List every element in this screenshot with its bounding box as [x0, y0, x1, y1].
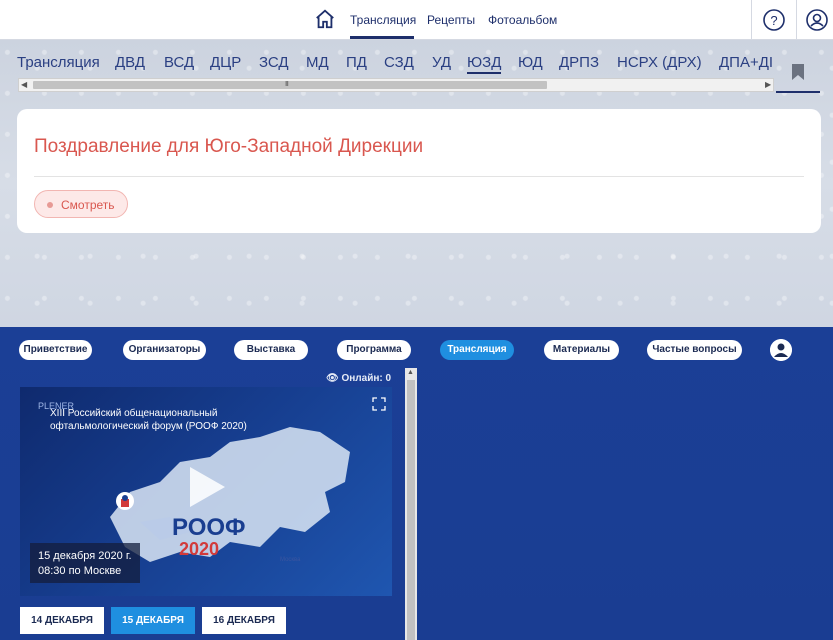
card-divider [34, 176, 804, 177]
nav-divider [796, 0, 797, 40]
roof-year-text: 2020 [179, 539, 220, 559]
tab-vsd[interactable]: ВСД [164, 54, 194, 71]
menu-exhibition[interactable]: Выставка [234, 340, 308, 360]
tab-dvd[interactable]: ДВД [115, 54, 145, 71]
map-city-label: Москва [280, 557, 301, 563]
tab-dpa[interactable]: ДПА+ДІ [719, 54, 773, 71]
tab-nsrh[interactable]: НСРХ (ДРХ) [617, 54, 702, 71]
broadcast-date: 15 декабря 2020 г. [38, 550, 132, 562]
broadcast-time: 08:30 по Москве [38, 565, 122, 577]
profile-icon[interactable] [770, 339, 792, 361]
scrollbar-thumb[interactable]: III [33, 81, 547, 89]
home-icon[interactable] [314, 8, 336, 30]
fullscreen-icon[interactable] [372, 397, 386, 411]
online-label: Онлайн: 0 [341, 373, 392, 384]
active-nav-underline [350, 36, 414, 39]
tabs-scrollbar[interactable]: ◀ III ▶ [18, 78, 774, 92]
broadcast-date-overlay: 15 декабря 2020 г. 08:30 по Москве [30, 543, 140, 583]
embed-scrollbar[interactable]: ▲ [405, 368, 417, 640]
user-icon[interactable] [805, 8, 829, 32]
help-icon[interactable]: ? [762, 8, 786, 32]
menu-program[interactable]: Программа [337, 340, 411, 360]
menu-materials[interactable]: Материалы [544, 340, 619, 360]
date-button-16[interactable]: 16 ДЕКАБРЯ [202, 607, 286, 634]
tab-ud[interactable]: УД [432, 54, 451, 71]
nav-link-broadcast[interactable]: Трансляция [350, 13, 416, 27]
bookmark-underline [776, 91, 820, 93]
tab-yuzd[interactable]: ЮЗД [467, 54, 502, 74]
roof-logo-text: РООФ [172, 514, 246, 541]
watch-button[interactable]: Смотреть [34, 190, 128, 218]
tab-pd[interactable]: ПД [346, 54, 367, 71]
nav-link-recipes[interactable]: Рецепты [427, 13, 475, 27]
scroll-up-icon[interactable]: ▲ [407, 369, 414, 376]
scrollbar-thumb[interactable] [407, 380, 415, 640]
bookmark-icon[interactable] [792, 64, 804, 80]
cathedral-logo-icon [116, 492, 134, 510]
svg-text:?: ? [770, 13, 777, 28]
online-counter: 👁 Онлайн: 0 [326, 373, 391, 384]
tab-zsd[interactable]: ЗСД [259, 54, 289, 71]
date-button-14[interactable]: 14 ДЕКАБРЯ [20, 607, 104, 634]
menu-broadcast[interactable]: Трансляция [440, 340, 514, 360]
menu-welcome[interactable]: Приветствие [19, 340, 92, 360]
nav-link-photoalbum[interactable]: Фотоальбом [488, 13, 557, 27]
date-button-15[interactable]: 15 ДЕКАБРЯ [111, 607, 195, 634]
tab-md[interactable]: МД [306, 54, 329, 71]
scroll-left-icon[interactable]: ◀ [21, 81, 27, 89]
scrollbar-grip: III [285, 81, 289, 88]
tab-szd[interactable]: СЗД [384, 54, 414, 71]
tab-drpz[interactable]: ДРПЗ [559, 54, 599, 71]
congratulation-card: Поздравление для Юго-Западной Дирекции С… [17, 109, 821, 233]
tab-yud[interactable]: ЮД [518, 54, 543, 71]
viewers-icon: 👁 [326, 373, 339, 384]
tab-broadcast[interactable]: Трансляция [17, 54, 100, 71]
watch-button-label: Смотреть [61, 198, 115, 212]
watch-dot-icon [47, 202, 53, 208]
tab-dcr[interactable]: ДЦР [210, 54, 241, 71]
play-icon[interactable] [180, 462, 230, 512]
video-player[interactable]: PLENER XIII Российский общенациональный … [20, 387, 392, 596]
forum-title: XIII Российский общенациональный офтальм… [50, 408, 247, 432]
snowy-background: Трансляция ДВД ВСД ДЦР ЗСД МД ПД СЗД УД … [0, 40, 833, 327]
menu-organizers[interactable]: Организаторы [123, 340, 206, 360]
top-navigation: Трансляция Рецепты Фотоальбом ? [0, 0, 833, 40]
scroll-right-icon[interactable]: ▶ [765, 81, 771, 89]
card-title: Поздравление для Юго-Западной Дирекции [34, 136, 424, 157]
embedded-forum: Приветствие Организаторы Выставка Програ… [0, 327, 833, 640]
menu-faq[interactable]: Частые вопросы [647, 340, 742, 360]
direction-tabs: Трансляция ДВД ВСД ДЦР ЗСД МД ПД СЗД УД … [0, 54, 778, 76]
nav-divider [751, 0, 752, 40]
